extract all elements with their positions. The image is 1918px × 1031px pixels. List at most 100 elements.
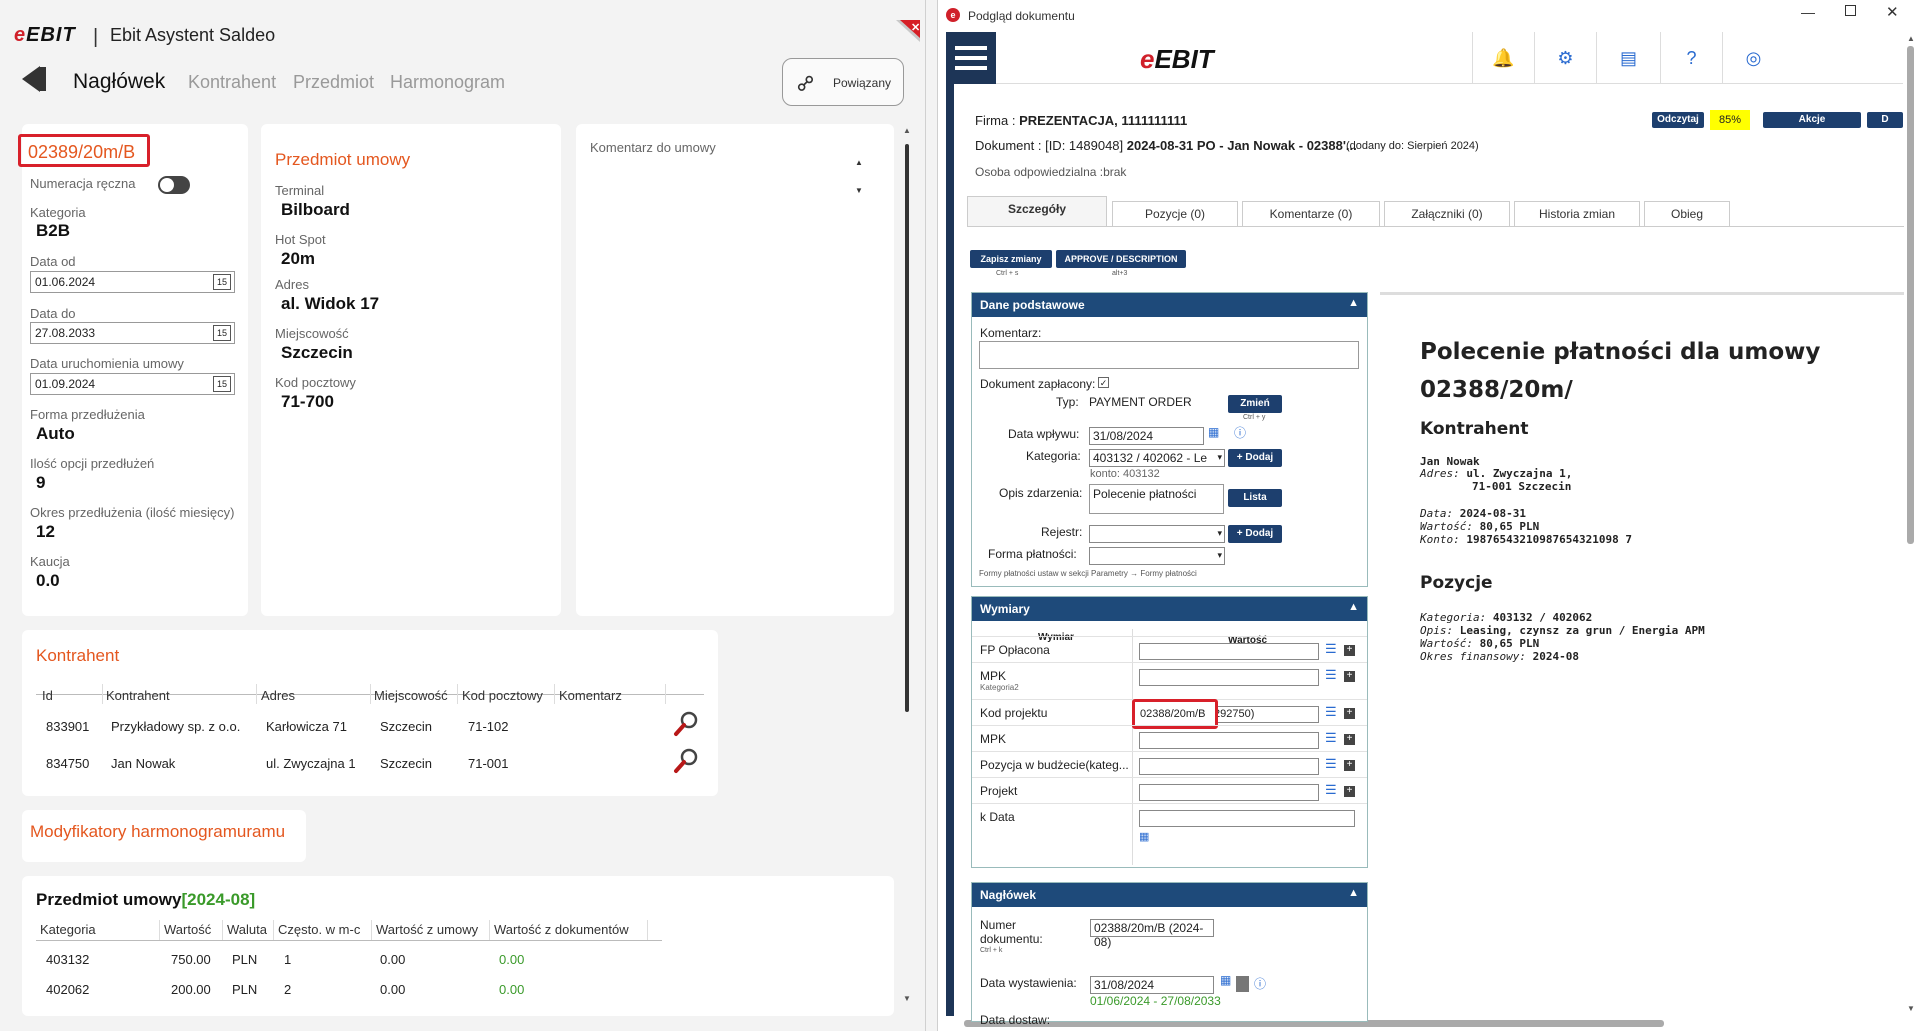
powiazany-button[interactable]: ⚯ Powiązany	[782, 58, 904, 106]
tab-komentarze[interactable]: Komentarze (0)	[1242, 201, 1380, 227]
bell-icon[interactable]: 🔔	[1472, 32, 1534, 84]
calendar-icon[interactable]: 15	[213, 274, 231, 290]
data-od-input[interactable]: 01.06.2024 15	[30, 271, 235, 293]
scroll-down-icon[interactable]: ▼	[1907, 1004, 1915, 1013]
wymiar-input[interactable]	[1139, 643, 1319, 660]
approve-button[interactable]: APPROVE / DESCRIPTION	[1056, 250, 1186, 268]
wymiary-header[interactable]: Wymiary ▲	[972, 597, 1367, 621]
back-arrow-icon[interactable]	[22, 64, 54, 94]
calc-icon[interactable]	[1236, 976, 1249, 992]
scroll-up-icon[interactable]: ▲	[903, 126, 911, 135]
scroll-down-icon[interactable]: ▼	[903, 994, 911, 1003]
data-wyst-input[interactable]: 31/08/2024	[1090, 976, 1214, 994]
magnifier-icon[interactable]	[672, 747, 700, 775]
list-icon[interactable]: ☰	[1325, 704, 1337, 720]
akcje-button[interactable]: Akcje	[1763, 112, 1861, 128]
komentarz-textarea[interactable]	[979, 341, 1359, 369]
dodaj-kategoria-button[interactable]: + Dodaj	[1228, 449, 1282, 467]
support-icon[interactable]: ◎	[1722, 32, 1784, 84]
dokument-label: Dokument : [ID: 1489048]	[975, 138, 1124, 153]
collapse-icon[interactable]: ▲	[1348, 601, 1359, 613]
data-wplywu-label: Data wpływu:	[1008, 427, 1080, 441]
scroll-thumb[interactable]	[905, 144, 909, 712]
plus-icon[interactable]: +	[1344, 786, 1355, 797]
scroll-up-icon[interactable]: ▲	[1907, 34, 1915, 43]
data-do-input[interactable]: 27.08.2033 15	[30, 322, 235, 344]
dodaj-rejestr-button[interactable]: + Dodaj	[1228, 525, 1282, 543]
forma-select[interactable]: ▾	[1089, 547, 1225, 565]
collapse-icon[interactable]: ▲	[1348, 887, 1359, 899]
wymiar-input[interactable]	[1139, 810, 1355, 827]
numeracja-toggle[interactable]	[158, 176, 190, 194]
wymiar-input[interactable]	[1139, 732, 1319, 749]
maximize-icon[interactable]	[1845, 5, 1856, 16]
firma-label: Firma :	[975, 113, 1016, 128]
tab-przedmiot[interactable]: Przedmiot	[293, 72, 374, 93]
tab-obieg[interactable]: Obieg	[1644, 201, 1730, 227]
zmien-button[interactable]: Zmień	[1228, 395, 1282, 413]
scroll-down-icon[interactable]: ▼	[855, 186, 863, 195]
list-icon[interactable]: ☰	[1325, 667, 1337, 683]
cell-id: 834750	[46, 756, 90, 771]
calendar-icon[interactable]: ▦	[1220, 973, 1231, 987]
list-icon[interactable]: ☰	[1325, 756, 1337, 772]
wymiar-input[interactable]	[1139, 758, 1319, 775]
tab-kontrahent[interactable]: Kontrahent	[188, 72, 276, 93]
magnifier-icon[interactable]	[672, 710, 700, 738]
tab-harmonogram[interactable]: Harmonogram	[390, 72, 505, 93]
calendar-icon[interactable]: ▦	[1139, 830, 1149, 843]
wymiar-input[interactable]	[1139, 669, 1319, 686]
list-icon[interactable]: ☰	[1325, 641, 1337, 657]
calendar-icon[interactable]: ▦	[1208, 425, 1219, 439]
tab-pozycje[interactable]: Pozycje (0)	[1112, 201, 1238, 227]
rejestr-select[interactable]: ▾	[1089, 525, 1225, 543]
comment-textarea[interactable]	[586, 158, 848, 228]
data-wplywu-input[interactable]: 31/08/2024	[1089, 427, 1204, 445]
cell-waluta: PLN	[232, 952, 258, 967]
plus-icon[interactable]: +	[1344, 734, 1355, 745]
wymiar-row: Projekt ☰ +	[972, 777, 1367, 803]
opis-textarea[interactable]: Polecenie płatności	[1089, 484, 1224, 514]
calendar-icon[interactable]: 15	[213, 325, 231, 341]
help-icon[interactable]: ⓘ	[1254, 975, 1266, 992]
close-icon[interactable]: ✕	[894, 18, 922, 44]
menu-icon[interactable]	[946, 32, 996, 84]
scroll-thumb[interactable]	[1907, 46, 1914, 544]
settings-icon[interactable]: ⚙	[1534, 32, 1596, 84]
naglowek-header[interactable]: Nagłówek ▲	[972, 883, 1367, 907]
wymiar-input[interactable]	[1139, 784, 1319, 801]
data-do-value: 27.08.2033	[35, 326, 96, 340]
tab-historia[interactable]: Historia zmian	[1514, 201, 1640, 227]
modyfikatory-card[interactable]: Modyfikatory harmonogramuramu	[22, 810, 306, 862]
left-scrollbar[interactable]: ▲ ▼	[900, 124, 914, 1014]
scroll-up-icon[interactable]: ▲	[855, 158, 863, 167]
right-scrollbar[interactable]: ▲ ▼	[1904, 32, 1918, 1016]
list-icon[interactable]: ☰	[1325, 782, 1337, 798]
zaplacony-checkbox[interactable]: ✓	[1098, 377, 1109, 388]
tab-zalaczniki[interactable]: Załączniki (0)	[1384, 201, 1510, 227]
tab-naglowek[interactable]: Nagłówek	[73, 70, 165, 94]
tab-szczegoly[interactable]: Szczegóły	[967, 196, 1107, 226]
plus-icon[interactable]: +	[1344, 671, 1355, 682]
wymiary-title: Wymiary	[980, 602, 1030, 616]
plus-icon[interactable]: +	[1344, 708, 1355, 719]
odczytaj-button[interactable]: Odczytaj	[1652, 112, 1704, 128]
plus-icon[interactable]: +	[1344, 760, 1355, 771]
numer-input[interactable]: 02388/20m/B (2024-08)	[1090, 919, 1214, 949]
wartosc-label: Wartość:	[1420, 520, 1473, 533]
lista-button[interactable]: Lista	[1228, 489, 1282, 507]
news-icon[interactable]: ▤	[1596, 32, 1660, 84]
minimize-icon[interactable]: —	[1801, 4, 1815, 20]
help-icon[interactable]: ?	[1660, 32, 1722, 84]
data-uru-input[interactable]: 01.09.2024 15	[30, 373, 235, 395]
collapse-icon[interactable]: ▲	[1348, 297, 1359, 309]
plus-icon[interactable]: +	[1344, 645, 1355, 656]
close-icon[interactable]: ✕	[1886, 3, 1899, 21]
calendar-icon[interactable]: 15	[213, 376, 231, 392]
extra-button[interactable]: D	[1867, 112, 1903, 128]
zapisz-button[interactable]: Zapisz zmiany	[970, 250, 1052, 268]
kategoria-select[interactable]: 403132 / 402062 - Le ▾	[1089, 449, 1225, 467]
list-icon[interactable]: ☰	[1325, 730, 1337, 746]
dane-header[interactable]: Dane podstawowe ▲	[972, 293, 1367, 317]
help-icon[interactable]: ⓘ	[1234, 424, 1246, 441]
